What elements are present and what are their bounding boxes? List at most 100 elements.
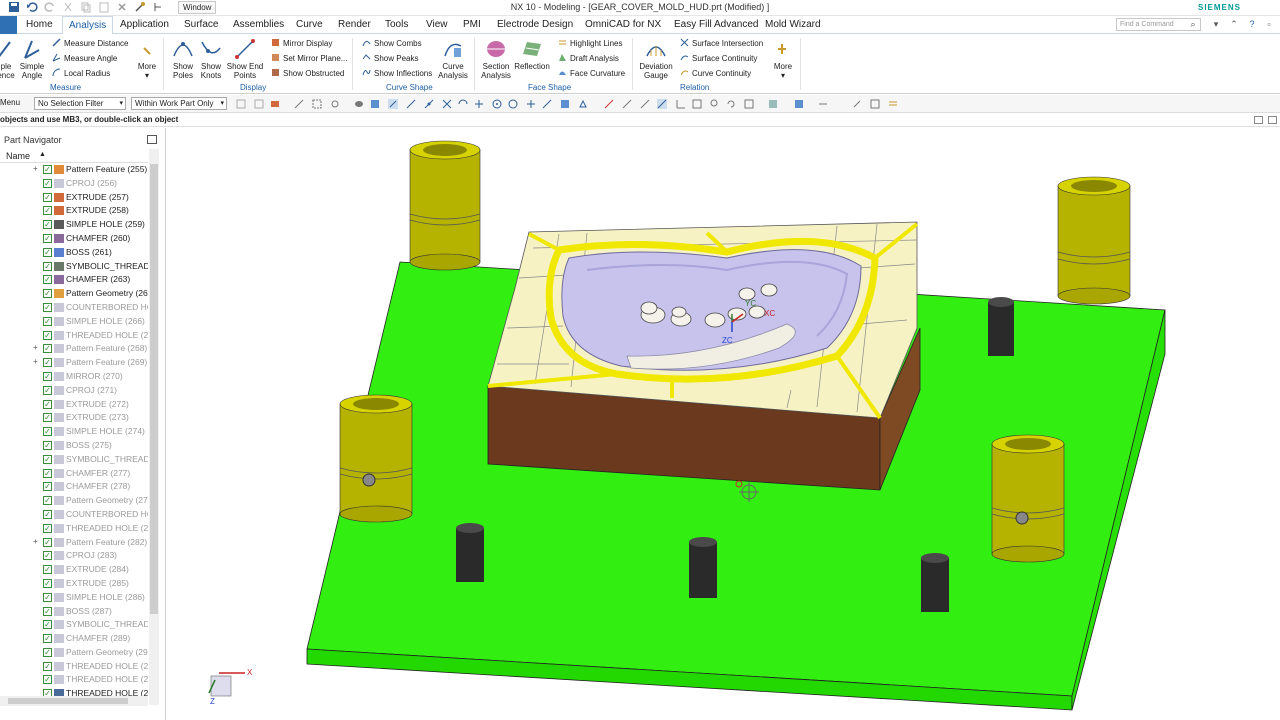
tree-row[interactable]: + ✓ Pattern Feature (255) bbox=[0, 163, 148, 177]
select-body-icon[interactable] bbox=[270, 99, 280, 109]
ejector-pin[interactable] bbox=[988, 297, 1014, 356]
snap-arc-center-icon[interactable] bbox=[458, 99, 468, 109]
tree-row[interactable]: ✓ SYMBOLIC_THREAD (2 bbox=[0, 260, 148, 274]
curve-continuity-button[interactable]: Curve Continuity bbox=[680, 68, 751, 78]
tab-assemblies[interactable]: Assemblies bbox=[233, 19, 284, 30]
visibility-checkbox[interactable]: ✓ bbox=[43, 206, 52, 216]
tab-tools[interactable]: Tools bbox=[385, 19, 408, 30]
tree-row[interactable]: ✓ SIMPLE HOLE (286) bbox=[0, 591, 148, 605]
search-icon[interactable]: ⌕ bbox=[1188, 19, 1198, 29]
show-obstructed-button[interactable]: Show Obstructed bbox=[271, 68, 344, 78]
graphics-window-icon[interactable] bbox=[1254, 116, 1263, 124]
guide-bushing[interactable] bbox=[991, 434, 1065, 563]
tree-row[interactable]: ✓ CHAMFER (277) bbox=[0, 467, 148, 481]
visibility-checkbox[interactable]: ✓ bbox=[43, 427, 52, 437]
tree-row[interactable]: ✓ CPROJ (256) bbox=[0, 177, 148, 191]
visibility-checkbox[interactable]: ✓ bbox=[43, 358, 52, 368]
quick-pick-icon[interactable] bbox=[622, 99, 632, 109]
tree-row[interactable]: ✓ SIMPLE HOLE (274) bbox=[0, 425, 148, 439]
tab-omnicad[interactable]: OmniCAD for NX bbox=[585, 19, 661, 30]
tree-row[interactable]: ✓ EXTRUDE (284) bbox=[0, 563, 148, 577]
draft-analysis-button[interactable]: Draft Analysis bbox=[558, 53, 619, 63]
surface-continuity-button[interactable]: Surface Continuity bbox=[680, 53, 757, 63]
visibility-checkbox[interactable]: ✓ bbox=[43, 620, 52, 630]
orient-view-icon[interactable] bbox=[768, 99, 778, 109]
select-active-icon[interactable] bbox=[657, 99, 667, 109]
visibility-checkbox[interactable]: ✓ bbox=[43, 399, 52, 409]
snap-quadrant-icon[interactable] bbox=[474, 99, 484, 109]
expand-icon[interactable]: + bbox=[33, 357, 38, 366]
tree-row[interactable]: ✓ EXTRUDE (285) bbox=[0, 577, 148, 591]
visibility-checkbox[interactable]: ✓ bbox=[43, 289, 52, 299]
ejector-pin[interactable] bbox=[921, 553, 949, 612]
rotate-icon[interactable] bbox=[726, 99, 736, 109]
visibility-checkbox[interactable]: ✓ bbox=[43, 275, 52, 285]
snap-midpoint-icon[interactable] bbox=[406, 99, 416, 109]
tree-row[interactable]: ✓ SIMPLE HOLE (266) bbox=[0, 315, 148, 329]
snap-on-face-icon[interactable] bbox=[560, 99, 570, 109]
visibility-checkbox[interactable]: ✓ bbox=[43, 661, 52, 671]
visibility-checkbox[interactable]: ✓ bbox=[43, 247, 52, 257]
visibility-checkbox[interactable]: ✓ bbox=[43, 634, 52, 644]
set-mirror-plane-button[interactable]: Set Mirror Plane... bbox=[271, 53, 347, 63]
ribbon-options-icon[interactable]: ▾ bbox=[1211, 19, 1221, 29]
tree-row[interactable]: ✓ BOSS (287) bbox=[0, 605, 148, 619]
help-icon[interactable]: ? bbox=[1247, 19, 1257, 29]
visibility-checkbox[interactable]: ✓ bbox=[43, 592, 52, 602]
visibility-checkbox[interactable]: ✓ bbox=[43, 165, 52, 174]
face-curvature-button[interactable]: Face Curvature bbox=[558, 68, 625, 78]
visibility-checkbox[interactable]: ✓ bbox=[43, 523, 52, 533]
menu-button[interactable]: Menu bbox=[0, 98, 20, 107]
edit-section-icon[interactable] bbox=[794, 99, 804, 109]
measure-distance-button[interactable]: Measure Distance bbox=[52, 38, 128, 48]
navigator-column-header[interactable]: Name ▲ bbox=[0, 149, 148, 163]
layer-settings-icon[interactable] bbox=[888, 99, 898, 109]
snap-on-curve-icon[interactable] bbox=[542, 99, 552, 109]
tab-view[interactable]: View bbox=[426, 19, 448, 30]
visibility-checkbox[interactable]: ✓ bbox=[43, 689, 52, 696]
simple-angle-button[interactable]: Simple Angle bbox=[18, 38, 46, 80]
close-navigator-icon[interactable] bbox=[147, 135, 157, 144]
visibility-checkbox[interactable]: ✓ bbox=[43, 302, 52, 312]
tab-render[interactable]: Render bbox=[338, 19, 371, 30]
visibility-checkbox[interactable]: ✓ bbox=[43, 606, 52, 616]
visibility-checkbox[interactable]: ✓ bbox=[43, 578, 52, 588]
tree-row[interactable]: ✓ Pattern Geometry (26 bbox=[0, 287, 148, 301]
visibility-checkbox[interactable]: ✓ bbox=[43, 413, 52, 423]
tab-pmi[interactable]: PMI bbox=[463, 19, 481, 30]
visibility-checkbox[interactable]: ✓ bbox=[43, 220, 52, 230]
show-hide-icon[interactable] bbox=[640, 99, 650, 109]
expand-icon[interactable]: + bbox=[33, 343, 38, 352]
visibility-checkbox[interactable]: ✓ bbox=[43, 565, 52, 575]
work-layer-icon[interactable] bbox=[870, 99, 880, 109]
rectangle-select-icon[interactable] bbox=[312, 99, 322, 109]
visibility-checkbox[interactable]: ✓ bbox=[43, 454, 52, 464]
selection-filter-dropdown[interactable]: No Selection Filter ▾ bbox=[34, 97, 126, 110]
maximize-view-icon[interactable] bbox=[1268, 116, 1277, 124]
guide-bushing[interactable] bbox=[409, 140, 481, 271]
select-features-icon[interactable] bbox=[236, 99, 246, 109]
measure-distance-big-button[interactable]: ple ence bbox=[0, 38, 16, 80]
lasso-select-icon[interactable] bbox=[330, 99, 340, 109]
tab-electrode-design[interactable]: Electrode Design bbox=[497, 19, 573, 30]
expand-icon[interactable]: + bbox=[33, 164, 38, 173]
tab-mold-wizard[interactable]: Mold Wizard bbox=[765, 19, 821, 30]
selection-scope-dropdown[interactable]: Within Work Part Only ▾ bbox=[131, 97, 227, 110]
snap-icon[interactable] bbox=[294, 99, 304, 109]
scrollbar-thumb[interactable] bbox=[8, 698, 128, 704]
tab-analysis[interactable]: Analysis bbox=[62, 16, 114, 35]
column-name[interactable]: Name bbox=[6, 151, 30, 161]
tree-row[interactable]: ✓ THREADED HOLE (29 bbox=[0, 660, 148, 674]
minimize-ribbon-icon[interactable]: ⌃ bbox=[1229, 19, 1239, 29]
wireframe-view-icon[interactable] bbox=[370, 99, 380, 109]
show-combs-button[interactable]: Show Combs bbox=[362, 38, 422, 48]
tree-row[interactable]: ✓ CPROJ (283) bbox=[0, 549, 148, 563]
curve-analysis-button[interactable]: Curve Analysis bbox=[436, 38, 470, 80]
tree-row[interactable]: ✓ Pattern Geometry (27 bbox=[0, 494, 148, 508]
tab-easy-fill-advanced[interactable]: Easy Fill Advanced bbox=[674, 19, 759, 30]
visibility-checkbox[interactable]: ✓ bbox=[43, 371, 52, 381]
visibility-checkbox[interactable]: ✓ bbox=[43, 330, 52, 340]
surface-intersection-button[interactable]: Surface Intersection bbox=[680, 38, 763, 48]
deviation-gauge-button[interactable]: Deviation Gauge bbox=[638, 38, 674, 80]
visibility-checkbox[interactable]: ✓ bbox=[43, 468, 52, 478]
